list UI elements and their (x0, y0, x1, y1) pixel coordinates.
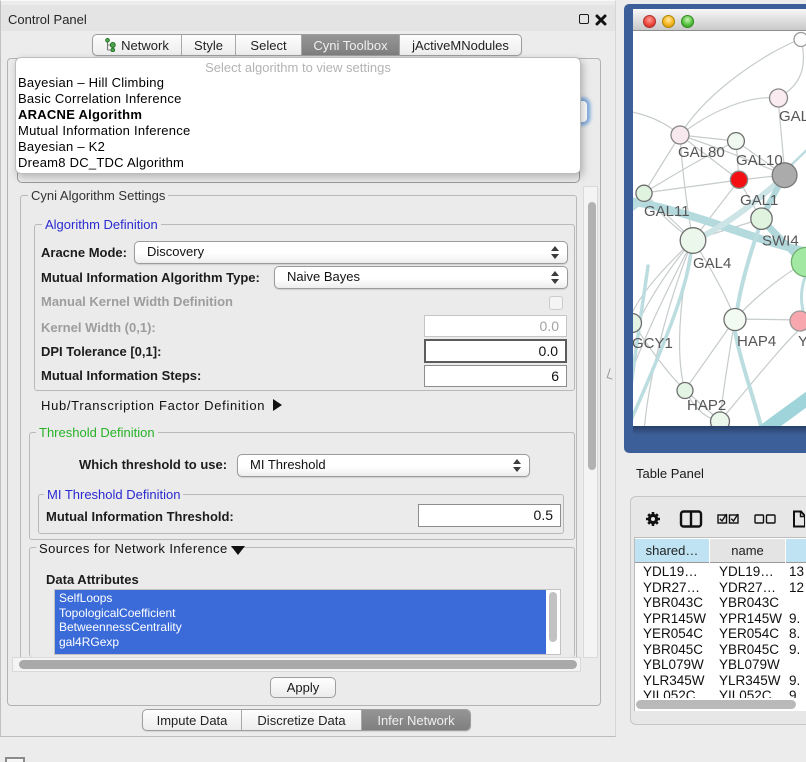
svg-text:GAL11: GAL11 (644, 203, 690, 220)
svg-text:GCY1: GCY1 (633, 335, 673, 352)
svg-text:SWI4: SWI4 (762, 233, 799, 250)
svg-text:GAL2: GAL2 (779, 108, 806, 125)
svg-text:GAL1: GAL1 (740, 192, 778, 209)
svg-text:HAP2: HAP2 (687, 397, 726, 414)
svg-text:GAL10: GAL10 (736, 152, 783, 169)
svg-text:GAL4: GAL4 (693, 255, 731, 272)
svg-text:HAP4: HAP4 (737, 333, 776, 350)
svg-text:YJ: YJ (798, 333, 806, 350)
svg-text:GAL80: GAL80 (678, 144, 725, 161)
